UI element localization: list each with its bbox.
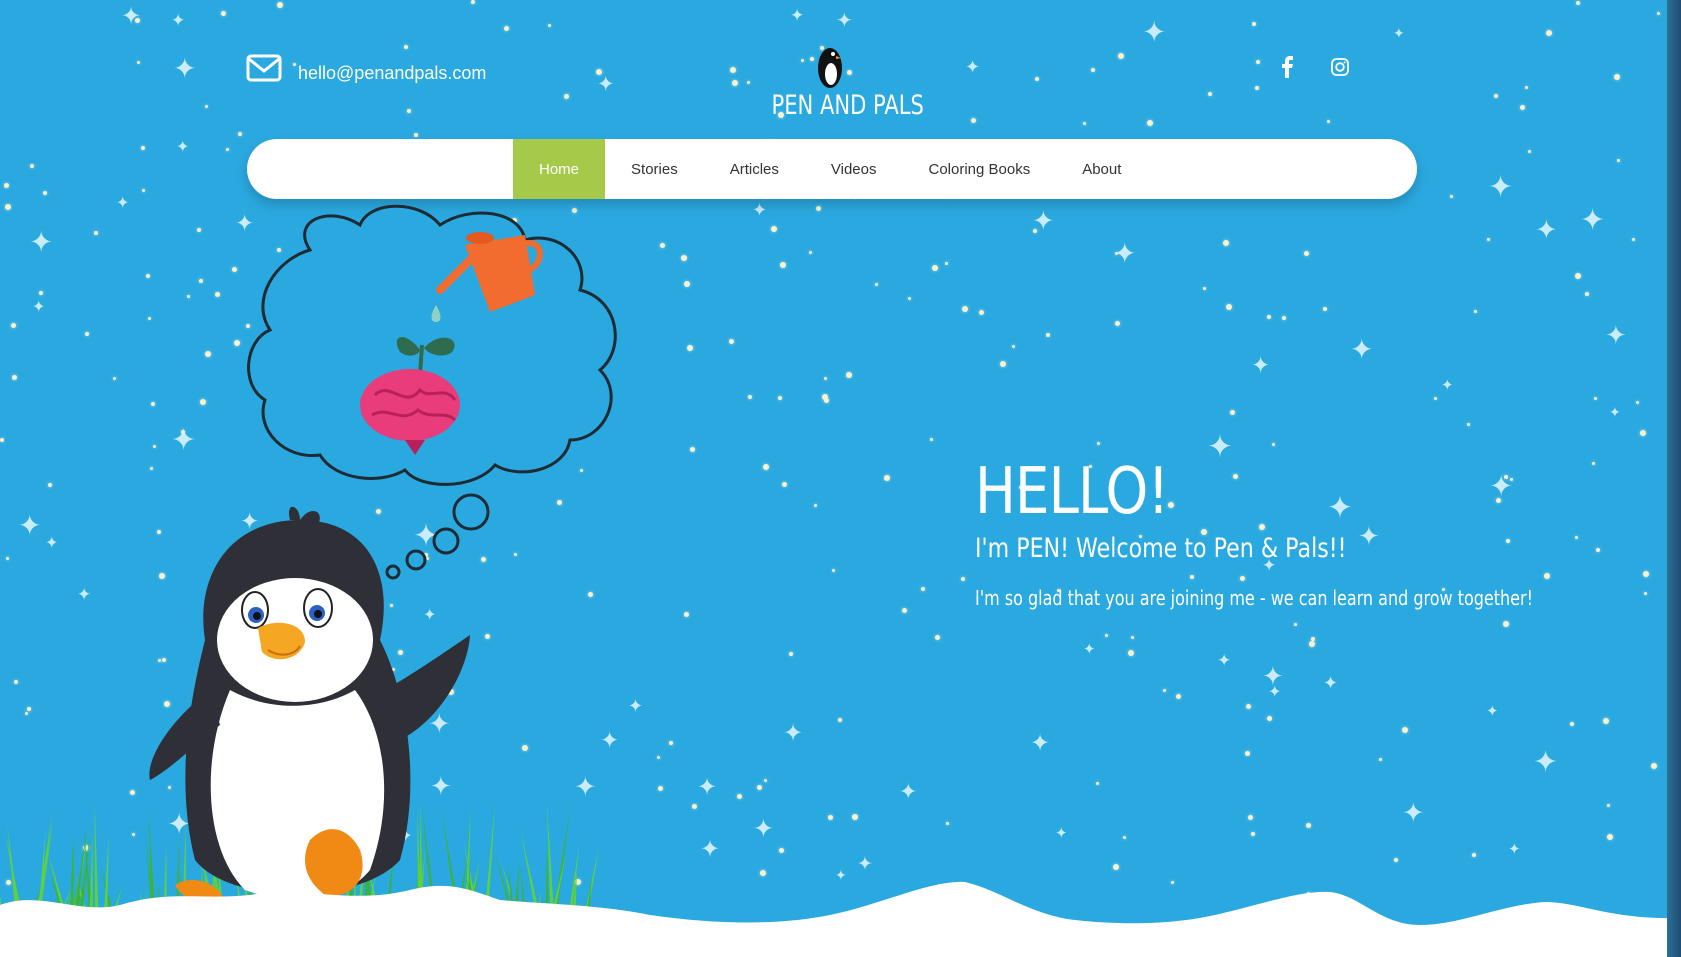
hero-text: HELLO! I'm PEN! Welcome to Pen & Pals!! … [975, 455, 1673, 610]
hero-subtitle: I'm PEN! Welcome to Pen & Pals!! [975, 533, 1347, 564]
hero-tagline: I'm so glad that you are joining me - we… [975, 586, 1533, 610]
page: ✦ ✦ ✦ ✦ ✦ ✦ ✦ ✦ ✦ ✦ ✦ ✦ ✦ ✦ ✦ ✦ ✦ ✦ ✦ ✦ ✦ ✦ ✦ ✦ ✦ ✦ ✦ ✦ ✦ ✦ ✦ ✦ ✦ ✦ ✦ ✦ ✦ ✦ ✦ ✦… [0, 0, 1681, 957]
window-edge [1667, 0, 1681, 957]
hero-title: HELLO! [975, 455, 1169, 529]
